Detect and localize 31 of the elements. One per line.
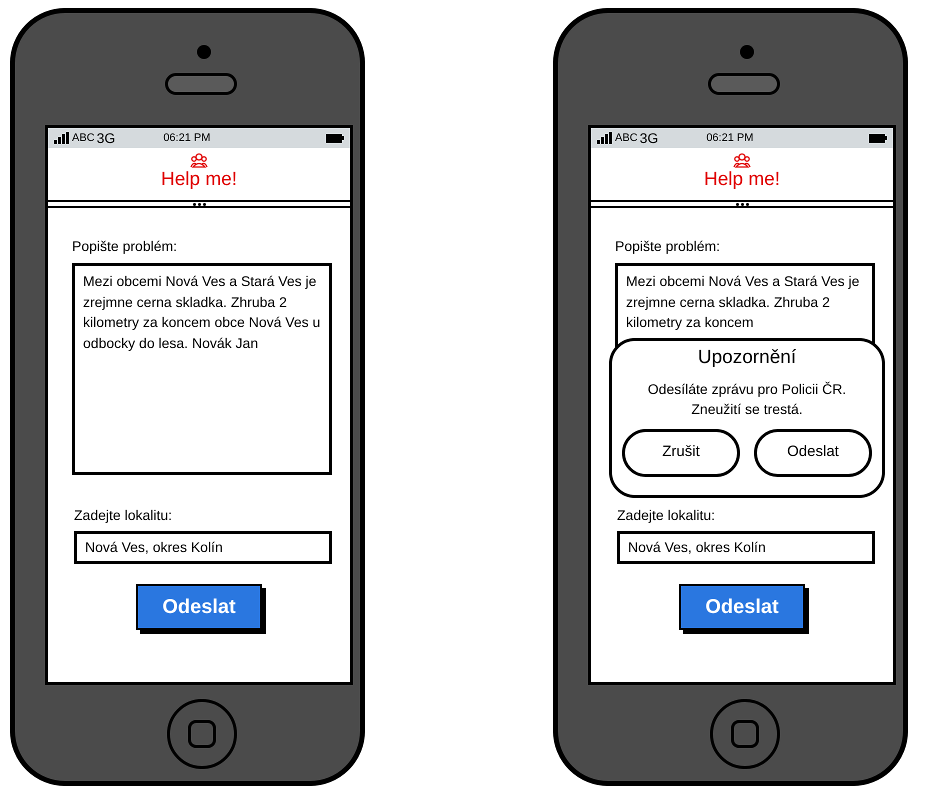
location-field[interactable]: Nová Ves, okres Kolín [617, 531, 875, 564]
clock-label: 06:21 PM [163, 130, 210, 146]
cancel-button[interactable]: Zrušit [622, 428, 740, 476]
camera-icon [740, 45, 754, 59]
field-label: Popište problém: [615, 237, 722, 256]
dialog-message: Odesíláte zprávu pro Policii ČR. Zneužití se trestá. [646, 380, 848, 418]
clock-label: 06:21 PM [706, 130, 754, 146]
battery-icon [326, 134, 344, 142]
carrier-label: ABC [72, 130, 95, 146]
field-label: Zadejte lokalitu: [617, 506, 716, 525]
description-field[interactable]: Mezi obcemi Nová Ves a Stará Ves je zrejmne cerna skladka. Zhruba 2 kilometry za koncem obce Nová Ves u odbocky do lesa. Novák Jan [72, 263, 332, 475]
network-label: 3G [96, 128, 116, 148]
signal-icon [54, 132, 69, 144]
dots-icon [192, 202, 206, 206]
speaker-icon [708, 73, 780, 95]
field-label: Zadejte lokalitu: [74, 506, 174, 525]
dialog-title: Upozornění [698, 346, 796, 370]
battery-icon [869, 134, 887, 142]
speaker-icon [165, 73, 237, 95]
field-label: Popište problém: [72, 237, 178, 256]
location-field[interactable]: Nová Ves, okres Kolín [74, 531, 332, 564]
send-button[interactable]: Odeslat [754, 428, 872, 476]
people-icon [733, 152, 751, 168]
carrier-label: ABC [615, 130, 638, 146]
signal-icon [597, 132, 612, 144]
network-label: 3G [640, 128, 658, 148]
app-title: Help me! [704, 168, 780, 192]
people-icon [190, 152, 208, 168]
camera-icon [197, 45, 211, 59]
dots-icon [736, 202, 748, 206]
app-title: Help me! [160, 168, 238, 192]
